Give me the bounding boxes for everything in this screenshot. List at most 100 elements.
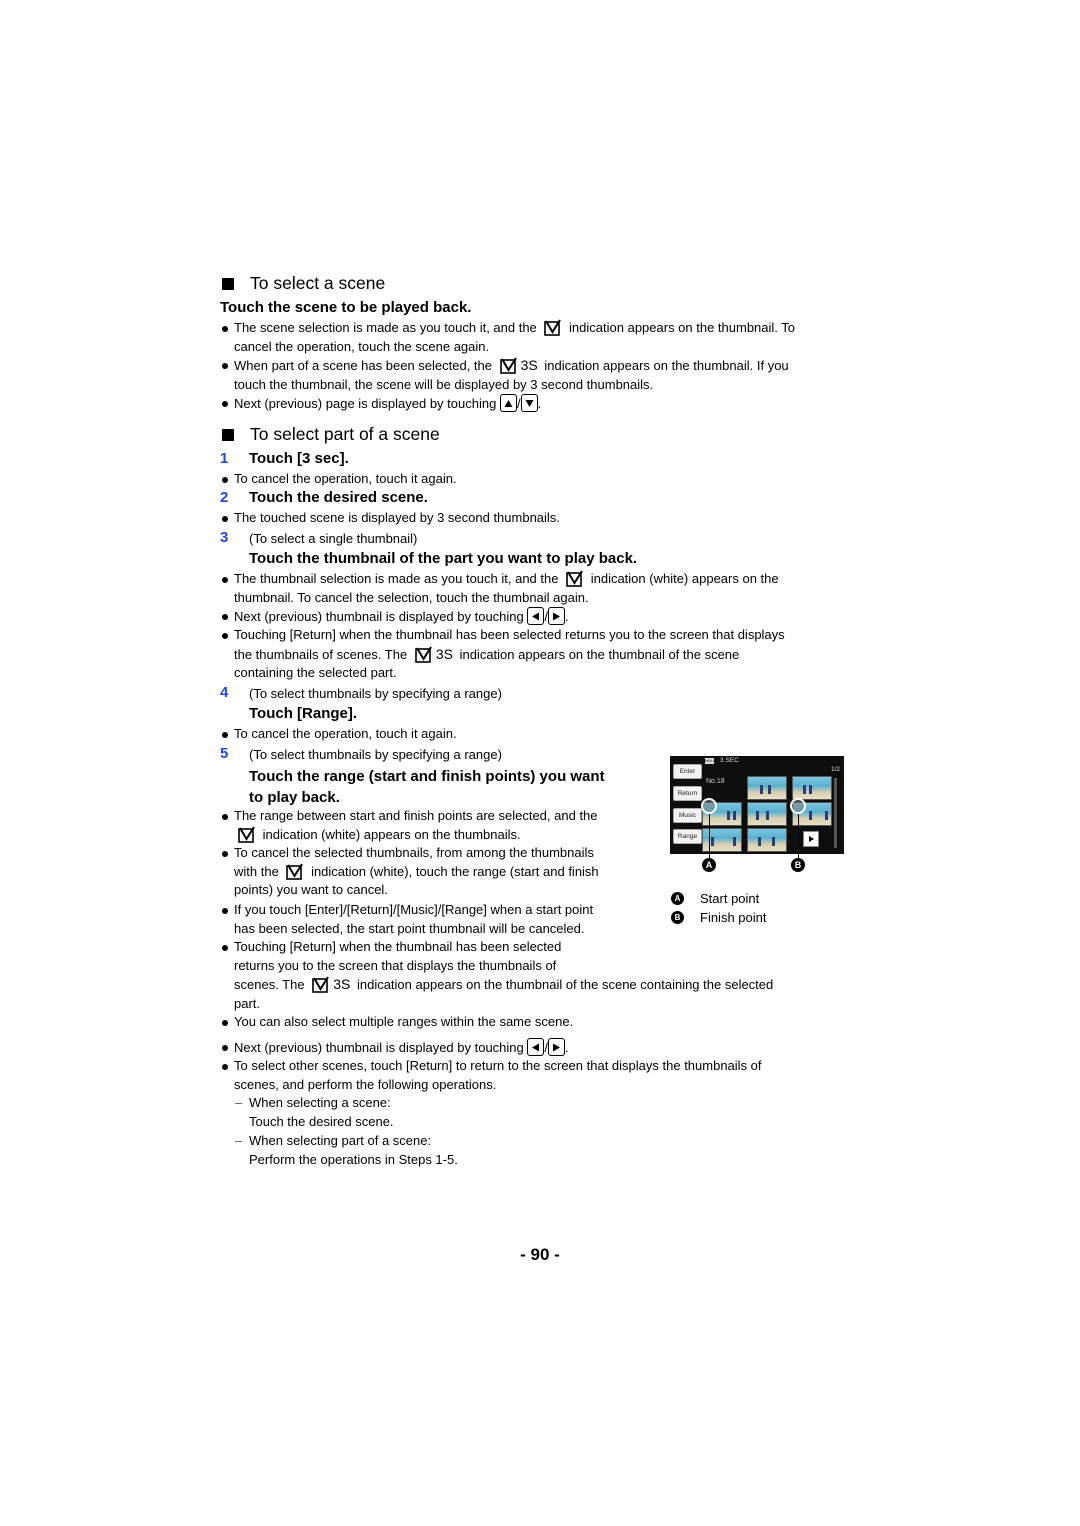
text: You can also select multiple ranges with… — [234, 1014, 574, 1029]
square-bullet-icon — [222, 428, 234, 441]
bullet-dot-icon — [222, 362, 228, 369]
bullet-dot-icon — [222, 400, 228, 407]
music-button[interactable]: Music — [673, 808, 702, 823]
text: Touching [Return] when the thumbnail has… — [234, 939, 562, 954]
checkmark-box-icon — [312, 976, 330, 994]
bullet-item: Touching [Return] when the thumbnail has… — [220, 626, 860, 683]
text: Touch the range (start and finish points… — [249, 768, 605, 785]
text: part. — [234, 996, 261, 1012]
bullet-dot-icon — [222, 1063, 228, 1070]
figure-legend: A Start point B Finish point — [671, 889, 766, 927]
text: indication (white) appears on the — [590, 571, 779, 586]
finish-point-highlight — [790, 798, 806, 814]
bullet-dot-icon — [222, 850, 228, 857]
text: with the — [234, 863, 279, 879]
next-button[interactable] — [803, 831, 819, 847]
bullet-dot-icon — [222, 613, 228, 620]
step-note: (To select thumbnails by specifying a ra… — [249, 686, 502, 701]
text: Next (previous) thumbnail is displayed b… — [234, 1040, 524, 1055]
bullet-item: Next (previous) thumbnail is displayed b… — [220, 1038, 860, 1058]
bullet-dot-icon — [222, 476, 228, 483]
text: containing the selected part. — [234, 665, 397, 681]
up-arrow-button-icon[interactable] — [499, 394, 517, 412]
right-arrow-button-icon[interactable] — [548, 607, 566, 625]
bullet-item: Next (previous) thumbnail is displayed b… — [220, 607, 860, 627]
bullet-dot-icon — [222, 907, 228, 914]
text: indication appears on the thumbnail of t… — [356, 977, 774, 993]
checkmark-box-icon — [415, 646, 432, 663]
scene-number: No.18 — [706, 778, 725, 785]
text: to play back. — [249, 789, 340, 806]
step-number: 5 — [220, 745, 229, 762]
scrollbar[interactable] — [834, 778, 837, 848]
step-title: Touch the desired scene. — [249, 489, 428, 506]
leader-line-a — [709, 814, 710, 858]
mode-icon: MNU — [705, 758, 715, 764]
bullet-item: The scene selection is made as you touch… — [220, 319, 860, 356]
range-button[interactable]: Range — [673, 829, 702, 844]
bullet-dot-icon — [222, 944, 228, 951]
text: has been selected, the start point thumb… — [234, 920, 585, 936]
text: The thumbnail selection is made as you t… — [234, 571, 559, 586]
checkmark-box-icon — [566, 570, 583, 587]
checkmark-box-icon — [238, 826, 255, 843]
step-note: (To select thumbnails by specifying a ra… — [249, 747, 502, 762]
text: indication (white), touch the range (sta… — [311, 863, 599, 879]
enter-button[interactable]: Enter — [673, 764, 702, 779]
text: indication appears on the thumbnail. If … — [544, 358, 789, 373]
thumbnail[interactable] — [702, 828, 742, 852]
text: scenes. The — [234, 977, 305, 993]
text: The range between start and finish point… — [234, 808, 598, 823]
bullet-dot-icon — [222, 731, 228, 738]
left-arrow-button-icon[interactable] — [527, 607, 545, 625]
bullet-item: To cancel the operation, touch it again. — [220, 725, 860, 744]
bullet-dot-icon — [222, 1044, 228, 1051]
bullet-item: To cancel the selected thumbnails, from … — [220, 844, 660, 900]
step-title: Touch [Range]. — [249, 705, 358, 722]
dash: – — [235, 1095, 243, 1111]
text: To cancel the selected thumbnails, from … — [234, 845, 594, 860]
text: The scene selection is made as you touch… — [234, 320, 537, 335]
thumbnail[interactable] — [747, 802, 787, 826]
bullet-dot-icon — [222, 813, 228, 820]
bullet-dot-icon — [222, 515, 228, 522]
text: . — [565, 609, 569, 624]
dash: – — [235, 1132, 243, 1148]
subheading: Touch the scene to be played back. — [220, 299, 472, 316]
bullet-item: The thumbnail selection is made as you t… — [220, 570, 860, 607]
thumbnail[interactable] — [792, 776, 832, 800]
down-arrow-button-icon[interactable] — [520, 394, 538, 412]
legend-item: A Start point — [671, 889, 766, 908]
return-button[interactable]: Return — [673, 786, 702, 801]
text: the thumbnails of scenes. The — [234, 646, 408, 662]
page-indicator: 1/2 — [831, 766, 841, 773]
text: scenes, and perform the following operat… — [234, 1076, 497, 1092]
right-arrow-button-icon[interactable] — [548, 1038, 566, 1056]
thumbnail[interactable] — [747, 828, 787, 852]
text: To select other scenes, touch [Return] t… — [234, 1058, 762, 1073]
text: points) you want to cancel. — [234, 882, 388, 898]
step-title: Touch [3 sec]. — [249, 450, 349, 467]
bullet-item: The touched scene is displayed by 3 seco… — [220, 509, 860, 528]
text: To cancel the operation, touch it again. — [234, 726, 457, 741]
play-arrow-icon — [809, 836, 814, 842]
marker-b-icon: B — [791, 858, 805, 872]
text: When selecting a scene: — [249, 1095, 391, 1111]
leader-line-b — [798, 814, 799, 858]
legend-label: Finish point — [700, 910, 767, 925]
text: touch the thumbnail, the scene will be d… — [234, 376, 654, 392]
bullet-dot-icon — [222, 576, 228, 583]
text: indication appears on the thumbnail of t… — [459, 646, 740, 662]
checkmark-box-icon — [544, 319, 562, 336]
left-arrow-button-icon[interactable] — [527, 1038, 545, 1056]
section-heading-select-scene: To select a scene — [220, 273, 385, 294]
text: cancel the operation, touch the scene ag… — [234, 338, 490, 354]
bullet-item: The range between start and finish point… — [220, 807, 660, 844]
marker-a-icon: A — [702, 858, 716, 872]
text: Touch the desired scene. — [249, 1114, 394, 1130]
heading-text: To select part of a scene — [250, 424, 440, 444]
step-number: 3 — [220, 529, 229, 546]
thumbnail[interactable] — [747, 776, 787, 800]
text: The touched scene is displayed by 3 seco… — [234, 510, 560, 525]
square-bullet-icon — [222, 277, 234, 290]
